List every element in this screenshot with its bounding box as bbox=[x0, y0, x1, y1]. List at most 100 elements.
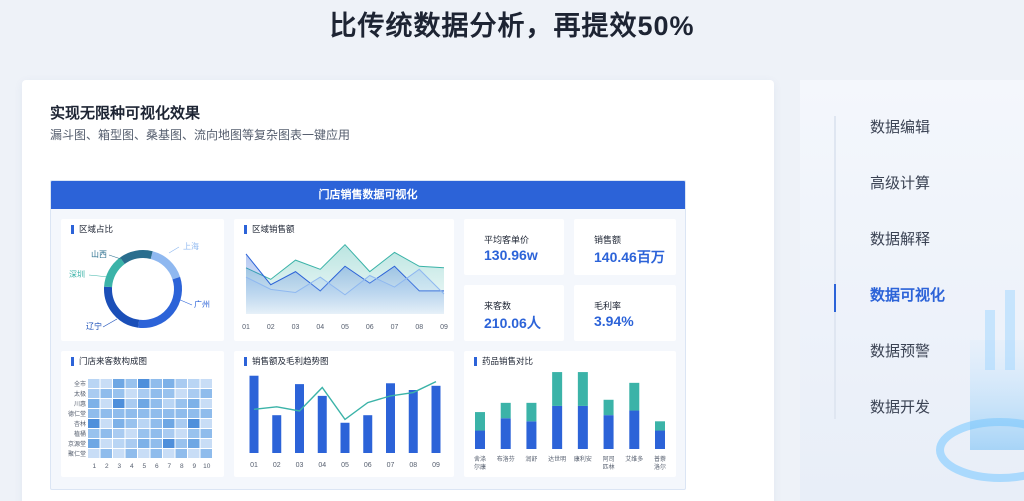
nav-track bbox=[834, 116, 836, 419]
x-tick-label: 08 bbox=[409, 462, 417, 469]
heatmap-chart: 全市太极川惠德仁堂杏林植桶京源堂聚仁堂 1 2 3 4 5 6 7 8 9 10 bbox=[68, 379, 212, 470]
col-label: 7 bbox=[167, 463, 171, 470]
heat-cell bbox=[125, 439, 137, 448]
kpi-value: 130.96w bbox=[484, 247, 538, 263]
heat-cell bbox=[138, 419, 150, 428]
stack-bar-top bbox=[526, 402, 537, 422]
kpi-margin: 毛利率 3.94% bbox=[574, 285, 676, 341]
col-label: 2 bbox=[105, 463, 109, 470]
col-label: 9 bbox=[192, 463, 196, 470]
kpi-label: 来客数 bbox=[484, 301, 512, 311]
heat-cell bbox=[188, 419, 200, 428]
heat-cell bbox=[88, 439, 100, 448]
row-label: 太极 bbox=[74, 390, 86, 398]
heatmap-panel: 门店来客数构成图 全市 太极 川惠 德仁堂 杏林 植桶 京源堂 聚仁堂 1 2 3 4 5 6 7 8 9 10 bbox=[61, 351, 224, 477]
heat-cell bbox=[100, 439, 112, 448]
heat-cell bbox=[125, 419, 137, 428]
heat-cell bbox=[138, 449, 150, 458]
nav-item-advanced-calc[interactable]: 高级计算 bbox=[870, 172, 930, 193]
heat-cell bbox=[113, 439, 125, 448]
heat-cell bbox=[113, 399, 125, 408]
donut-label: 广州 bbox=[194, 299, 210, 309]
heat-cell bbox=[150, 399, 162, 408]
heat-cell bbox=[175, 439, 187, 448]
stack-bar-base bbox=[552, 405, 563, 449]
kpi-label: 平均客单价 bbox=[484, 235, 530, 245]
heat-cell bbox=[200, 419, 212, 428]
col-label: 8 bbox=[180, 463, 184, 470]
heat-cell bbox=[175, 379, 187, 388]
x-tick-label: 04 bbox=[318, 462, 326, 469]
x-tick-label: 07 bbox=[387, 462, 395, 469]
nav-item-data-edit[interactable]: 数据编辑 bbox=[870, 116, 930, 137]
heat-cell bbox=[138, 429, 150, 438]
combo-panel: 销售额及毛利趋势图 01 02 03 04 05 06 07 08 09 bbox=[234, 351, 454, 477]
heat-cell bbox=[100, 449, 112, 458]
donut-label: 辽宁 bbox=[86, 321, 102, 331]
heat-cell bbox=[100, 419, 112, 428]
x-tick-label: 舍涤尔康 bbox=[474, 455, 486, 471]
heat-cell bbox=[200, 399, 212, 408]
nav-item-data-alert[interactable]: 数据预警 bbox=[870, 340, 930, 361]
heat-cell bbox=[88, 399, 100, 408]
stack-bar-base bbox=[500, 418, 511, 449]
x-tick-label: 阿司匹林 bbox=[603, 455, 615, 471]
x-tick-label: 06 bbox=[364, 462, 372, 469]
heat-cell bbox=[100, 389, 112, 398]
heat-cell bbox=[88, 449, 100, 458]
heat-cell bbox=[100, 379, 112, 388]
donut-label: 山西 bbox=[91, 249, 107, 259]
heat-cell bbox=[125, 429, 137, 438]
heat-cell bbox=[150, 449, 162, 458]
bar bbox=[317, 395, 327, 453]
x-tick-label: 01 bbox=[242, 324, 250, 331]
stack-bar-top bbox=[475, 412, 485, 431]
col-label: 10 bbox=[203, 463, 211, 470]
heat-cell bbox=[175, 399, 187, 408]
heat-cell bbox=[125, 379, 137, 388]
feature-card: 实现无限种可视化效果 漏斗图、箱型图、桑基图、流向地图等复杂图表一键应用 门店销… bbox=[22, 80, 774, 501]
bar bbox=[295, 384, 304, 453]
x-tick-label: 润舒 bbox=[525, 455, 537, 463]
dashboard-title: 门店销售数据可视化 bbox=[51, 181, 685, 209]
hero: 比传统数据分析，再提效50% bbox=[0, 0, 1024, 80]
heat-cell bbox=[188, 409, 200, 418]
kpi-value: 210.06人 bbox=[484, 315, 541, 331]
stack-bar-base bbox=[655, 430, 665, 449]
heat-cell bbox=[150, 419, 162, 428]
heat-cell bbox=[125, 449, 137, 458]
heat-cell bbox=[88, 409, 100, 418]
donut-slice bbox=[138, 276, 182, 328]
stack-bar-top bbox=[500, 402, 511, 419]
heat-cell bbox=[150, 379, 162, 388]
nav-item-data-explain[interactable]: 数据解释 bbox=[870, 228, 930, 249]
stack-bar-top bbox=[603, 399, 614, 416]
heat-cell bbox=[163, 389, 175, 398]
heat-cell bbox=[200, 409, 212, 418]
heat-cell bbox=[163, 419, 175, 428]
bar bbox=[272, 415, 282, 453]
heat-cell bbox=[200, 379, 212, 388]
heat-cell bbox=[163, 379, 175, 388]
stack-bar-top bbox=[655, 421, 665, 431]
x-tick-label: 艾维多 bbox=[625, 455, 643, 463]
x-tick-label: 05 bbox=[341, 324, 349, 331]
heat-cell bbox=[113, 429, 125, 438]
bar bbox=[408, 390, 418, 453]
donut-slice bbox=[150, 251, 181, 280]
heat-cell bbox=[188, 379, 200, 388]
nav-item-data-dev[interactable]: 数据开发 bbox=[870, 396, 930, 417]
hero-title: 比传统数据分析，再提效50% bbox=[329, 11, 695, 41]
dashboard-preview: 门店销售数据可视化 区域占比 上海 山西 深圳 辽宁 广州 区域销售额 01 02 03 04… bbox=[50, 180, 686, 490]
kpi-label: 销售额 bbox=[594, 235, 622, 245]
nav-active-indicator bbox=[834, 284, 836, 312]
heat-cell bbox=[88, 389, 100, 398]
x-tick-label: 04 bbox=[316, 324, 324, 331]
stack-bar-base bbox=[577, 405, 588, 449]
bar bbox=[363, 415, 373, 453]
heat-cell bbox=[200, 429, 212, 438]
nav-item-data-visualization[interactable]: 数据可视化 bbox=[870, 284, 945, 305]
heat-cell bbox=[100, 399, 112, 408]
col-label: 1 bbox=[92, 463, 96, 470]
heat-cell bbox=[163, 409, 175, 418]
